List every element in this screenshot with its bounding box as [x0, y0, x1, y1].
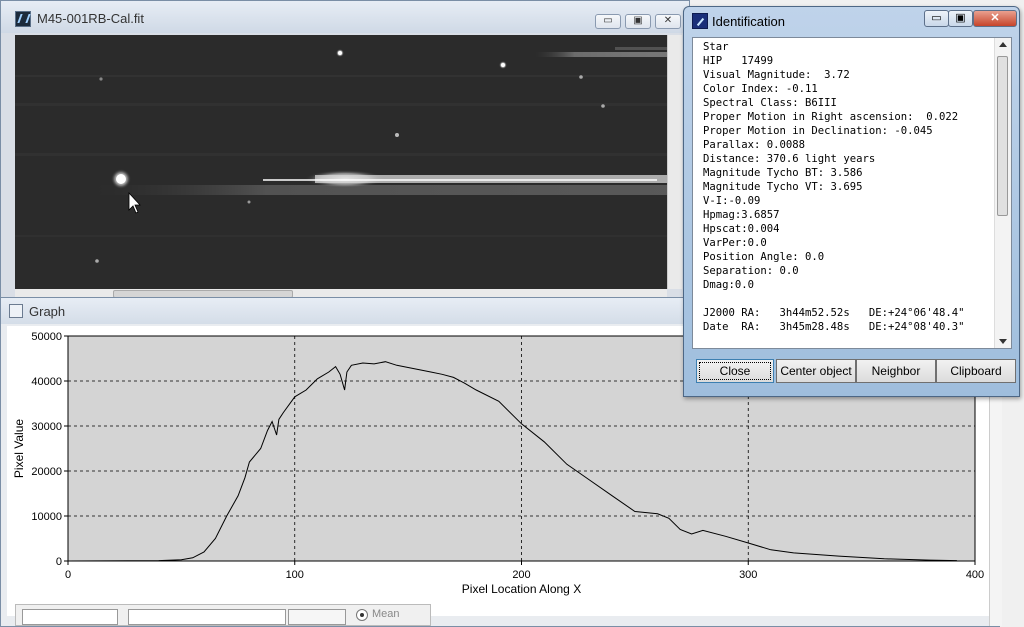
y-tick-label: 0	[56, 556, 62, 568]
scroll-down-arrow-icon[interactable]	[999, 339, 1007, 344]
id-line: Position Angle: 0.0	[703, 251, 825, 263]
id-close-icon[interactable]: ✕	[973, 10, 1017, 27]
id-minimize-button[interactable]: ▭	[924, 10, 949, 27]
control-field-2[interactable]	[128, 609, 286, 625]
graph-window-title: Graph	[29, 304, 66, 319]
id-line: Magnitude Tycho BT: 3.586	[703, 167, 863, 179]
neighbor-button[interactable]: Neighbor	[856, 359, 936, 383]
id-line: Proper Motion in Right ascension: 0.022	[703, 111, 959, 123]
image-window-title: M45-001RB-Cal.fit	[37, 11, 144, 26]
x-tick-label: 400	[966, 569, 984, 581]
id-line: Color Index: -0.11	[703, 83, 818, 95]
scroll-up-arrow-icon[interactable]	[999, 42, 1007, 47]
identification-title: Identification	[712, 14, 785, 29]
star-image-canvas[interactable]	[15, 35, 667, 289]
close-button[interactable]: ✕	[655, 14, 681, 29]
x-tick-label: 200	[512, 569, 530, 581]
id-line: Date RA: 3h45m28.48s DE:+24°08'40.3"	[703, 321, 965, 333]
control-field-1[interactable]	[22, 609, 118, 625]
y-tick-label: 10000	[31, 511, 62, 523]
id-line: V-I:-0.09	[703, 195, 761, 207]
clipboard-button[interactable]: Clipboard	[936, 359, 1016, 383]
y-axis-label: Pixel Value	[12, 419, 26, 478]
id-line: VarPer:0.0	[703, 237, 767, 249]
identification-text-area[interactable]: Star HIP 17499 Visual Magnitude: 3.72 Color…	[692, 37, 1012, 349]
y-tick-label: 30000	[31, 421, 62, 433]
id-line: Dmag:0.0	[703, 279, 755, 291]
identification-lines: Star HIP 17499 Visual Magnitude: 3.72 Color…	[703, 40, 965, 334]
minimize-button[interactable]: ▭	[595, 14, 621, 29]
x-tick-label: 300	[739, 569, 757, 581]
y-tick-label: 40000	[31, 376, 62, 388]
x-tick-label: 0	[65, 569, 71, 581]
id-line: Proper Motion in Declination: -0.045	[703, 125, 933, 137]
id-line: Separation: 0.0	[703, 265, 799, 277]
restore-button[interactable]: ▣	[625, 14, 651, 29]
id-text-scrollbar[interactable]	[994, 38, 1011, 348]
id-maximize-button[interactable]: ▣	[948, 10, 973, 27]
id-line	[703, 292, 965, 306]
star-field	[15, 35, 667, 289]
id-line: HIP 17499	[703, 55, 774, 67]
image-window[interactable]: M45-001RB-Cal.fit ▭ ▣ ✕	[0, 0, 690, 300]
id-line: Hpscat:0.004	[703, 223, 780, 235]
id-line: Hpmag:3.6857	[703, 209, 780, 221]
id-line: Spectral Class: B6III	[703, 97, 837, 109]
y-tick-label: 20000	[31, 466, 62, 478]
id-line: J2000 RA: 3h44m52.52s DE:+24°06'48.4"	[703, 307, 965, 319]
y-tick-label: 50000	[31, 331, 62, 343]
close-id-button[interactable]: Close	[696, 359, 774, 383]
id-line: Visual Magnitude: 3.72	[703, 69, 850, 81]
identification-window[interactable]: Identification ▭ ▣ ✕ Star HIP 17499 Visual…	[683, 6, 1020, 397]
image-vertical-scrollbar[interactable]	[667, 35, 682, 289]
center-object-button[interactable]: Center object	[776, 359, 856, 383]
image-window-titlebar[interactable]: M45-001RB-Cal.fit ▭ ▣ ✕	[1, 1, 689, 33]
graph-controls: Mean	[15, 604, 431, 626]
x-tick-label: 100	[286, 569, 304, 581]
id-line: Star	[703, 41, 729, 53]
id-scroll-thumb[interactable]	[997, 56, 1008, 216]
mean-radio[interactable]	[356, 609, 368, 621]
mean-label: Mean	[372, 608, 400, 620]
id-line: Magnitude Tycho VT: 3.695	[703, 181, 863, 193]
control-field-3[interactable]	[288, 609, 346, 625]
fits-image-icon	[15, 11, 31, 27]
identification-icon	[692, 13, 708, 29]
graph-icon	[9, 304, 23, 318]
x-axis-label: Pixel Location Along X	[462, 582, 581, 596]
id-line: Parallax: 0.0088	[703, 139, 806, 151]
id-line: Distance: 370.6 light years	[703, 153, 876, 165]
